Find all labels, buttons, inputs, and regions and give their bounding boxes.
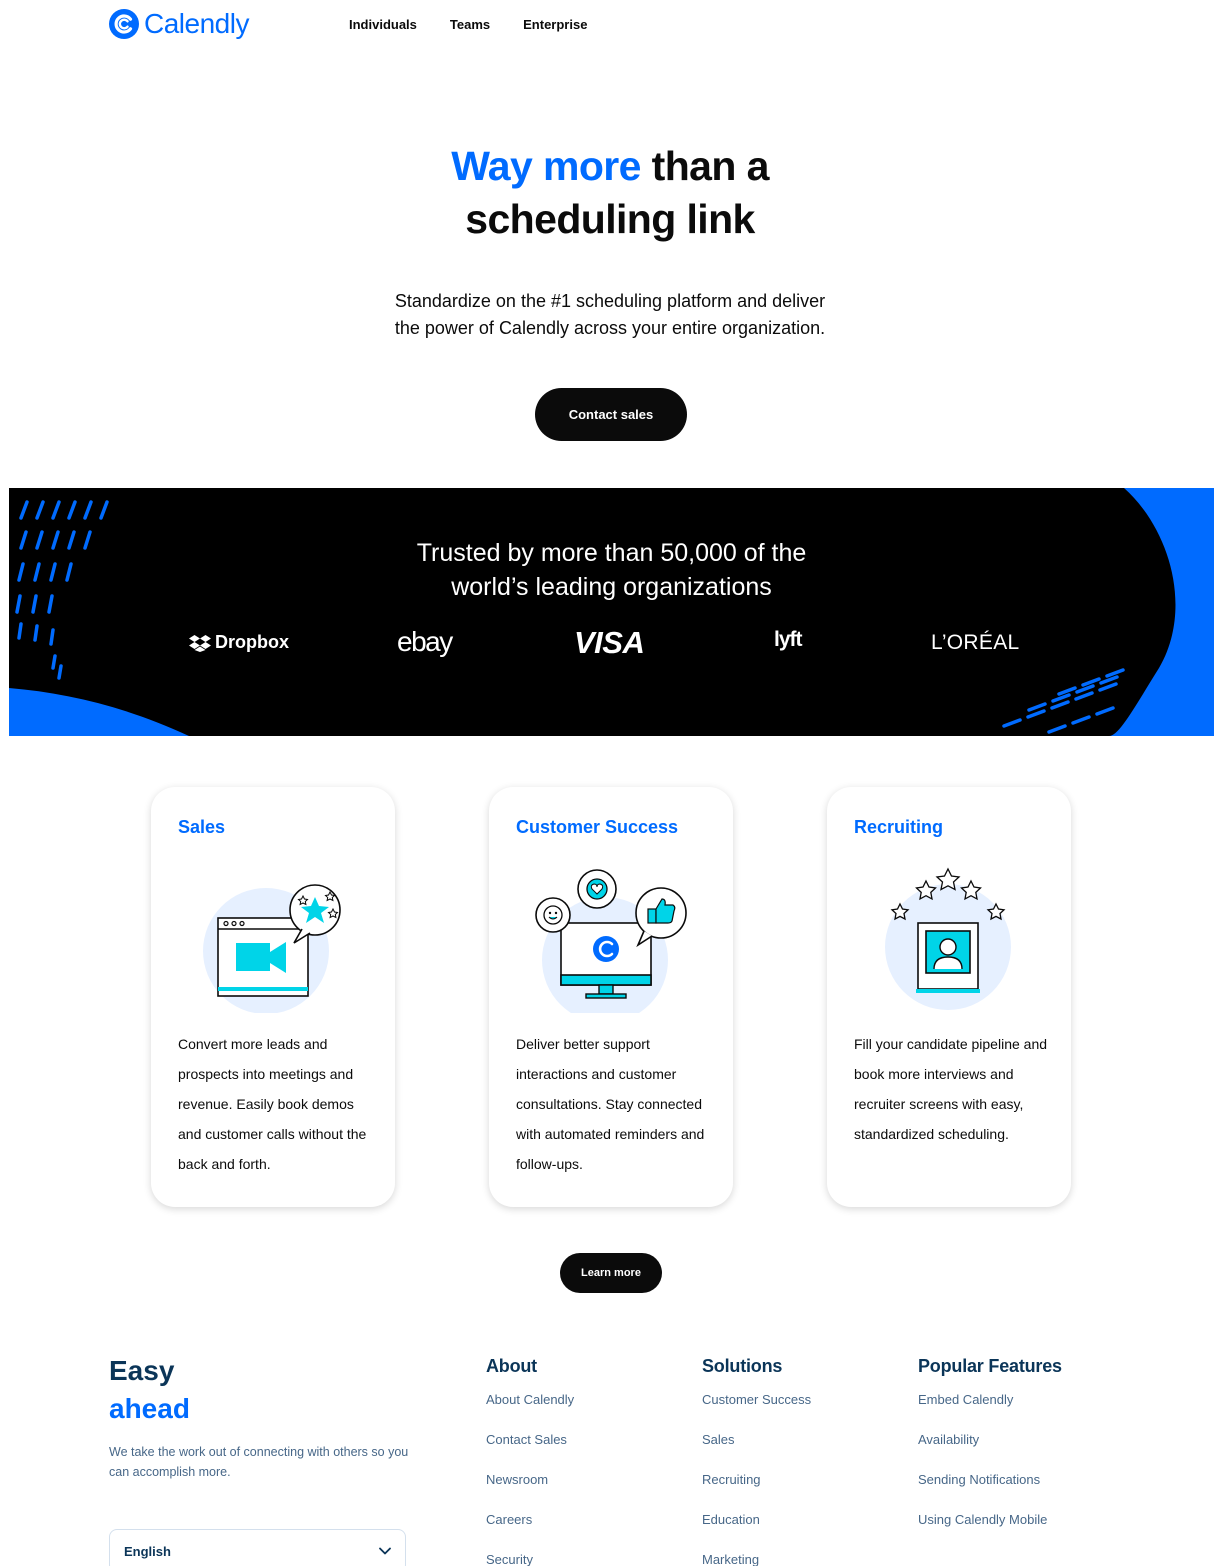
card-description: Convert more leads and prospects into me… bbox=[178, 1036, 367, 1172]
contact-sales-button[interactable]: Contact sales bbox=[535, 388, 687, 441]
hero-title-rest: than a bbox=[640, 143, 770, 189]
card-description: Fill your candidate pipeline and book mo… bbox=[854, 1036, 1048, 1142]
band-background-shape bbox=[9, 488, 1176, 736]
footer-link-newsroom[interactable]: Newsroom bbox=[486, 1471, 574, 1511]
hero-subtitle: Standardize on the #1 scheduling platfor… bbox=[394, 291, 826, 338]
monitor-feedback-icon bbox=[535, 869, 687, 1013]
lyft-logo: lyft bbox=[774, 628, 802, 651]
trusted-band: Trusted by more than 50,000 of the world… bbox=[9, 488, 1214, 736]
candidate-profile-icon bbox=[885, 867, 1011, 1010]
footer-link-embed-calendly[interactable]: Embed Calendly bbox=[918, 1391, 1062, 1431]
footer-link-sending-notifications[interactable]: Sending Notifications bbox=[918, 1471, 1062, 1511]
hero-title-accent: Way more bbox=[451, 143, 641, 189]
nav-individuals[interactable]: Individuals bbox=[349, 17, 417, 32]
footer-tagline-line2: ahead bbox=[109, 1393, 190, 1424]
footer-link-about-calendly[interactable]: About Calendly bbox=[486, 1391, 574, 1431]
footer-tagline: Easy ahead bbox=[109, 1352, 190, 1428]
footer-link-sales[interactable]: Sales bbox=[702, 1431, 811, 1471]
footer-link-careers[interactable]: Careers bbox=[486, 1511, 574, 1551]
footer-link-customer-success[interactable]: Customer Success bbox=[702, 1391, 811, 1431]
card-customer-success[interactable]: Customer Success Deliver better support … bbox=[489, 787, 733, 1207]
footer-tagline-line1: Easy bbox=[109, 1355, 175, 1386]
learn-more-button[interactable]: Learn more bbox=[560, 1253, 662, 1293]
footer-column-about: About About Calendly Contact Sales Newsr… bbox=[486, 1356, 574, 1566]
footer-column-heading: About bbox=[486, 1356, 537, 1376]
calendly-logo[interactable]: Calendly bbox=[108, 8, 249, 40]
trusted-heading: Trusted by more than 50,000 of the world… bbox=[9, 536, 1214, 604]
footer-column-heading: Popular Features bbox=[918, 1356, 1062, 1376]
card-title: Sales bbox=[178, 817, 226, 837]
hero-title: Way more than a scheduling link bbox=[0, 140, 1220, 246]
loreal-logo: L’ORÉAL bbox=[931, 631, 1020, 654]
site-header: Calendly Individuals Teams Enterprise bbox=[0, 0, 1220, 52]
card-recruiting[interactable]: Recruiting Fill your candidate pipeline … bbox=[827, 787, 1071, 1207]
footer-link-availability[interactable]: Availability bbox=[918, 1431, 1062, 1471]
footer-link-contact-sales[interactable]: Contact Sales bbox=[486, 1431, 574, 1471]
main-nav: Individuals Teams Enterprise bbox=[349, 17, 587, 32]
footer-link-using-calendly-mobile[interactable]: Using Calendly Mobile bbox=[918, 1511, 1062, 1551]
footer-column-popular-features: Popular Features Embed Calendly Availabi… bbox=[918, 1356, 1062, 1551]
nav-enterprise[interactable]: Enterprise bbox=[523, 17, 587, 32]
trusted-heading-line2: world’s leading organizations bbox=[451, 573, 772, 601]
video-call-icon bbox=[203, 884, 341, 1013]
card-title: Recruiting bbox=[854, 817, 944, 837]
card-title: Customer Success bbox=[516, 817, 679, 837]
footer-description: We take the work out of connecting with … bbox=[109, 1445, 409, 1479]
ebay-logo: ebay bbox=[397, 626, 453, 657]
trusted-heading-line1: Trusted by more than 50,000 of the bbox=[416, 539, 807, 567]
dropbox-icon bbox=[189, 634, 211, 652]
footer-column-solutions: Solutions Customer Success Sales Recruit… bbox=[702, 1356, 811, 1566]
brand-logo-row: Dropbox ebay VISA lyft L’ORÉAL bbox=[9, 625, 1214, 662]
language-select-value: English bbox=[124, 1543, 171, 1559]
footer-link-education[interactable]: Education bbox=[702, 1511, 811, 1551]
calendly-logo-icon bbox=[109, 9, 139, 39]
card-description: Deliver better support interactions and … bbox=[516, 1036, 705, 1172]
footer-link-security[interactable]: Security bbox=[486, 1551, 574, 1566]
visa-logo: VISA bbox=[574, 625, 645, 660]
nav-teams[interactable]: Teams bbox=[450, 17, 490, 32]
logo-wordmark: Calendly bbox=[144, 8, 249, 39]
hero-title-line2: scheduling link bbox=[465, 196, 755, 242]
language-select[interactable]: English bbox=[109, 1529, 406, 1566]
card-sales[interactable]: Sales Convert more leads and prospects i… bbox=[151, 787, 395, 1207]
footer-column-heading: Solutions bbox=[702, 1356, 783, 1376]
chevron-down-icon bbox=[379, 1547, 391, 1555]
dropbox-logo: Dropbox bbox=[189, 632, 289, 653]
footer-link-marketing[interactable]: Marketing bbox=[702, 1551, 811, 1566]
dropbox-wordmark: Dropbox bbox=[215, 632, 289, 652]
footer-link-recruiting[interactable]: Recruiting bbox=[702, 1471, 811, 1511]
